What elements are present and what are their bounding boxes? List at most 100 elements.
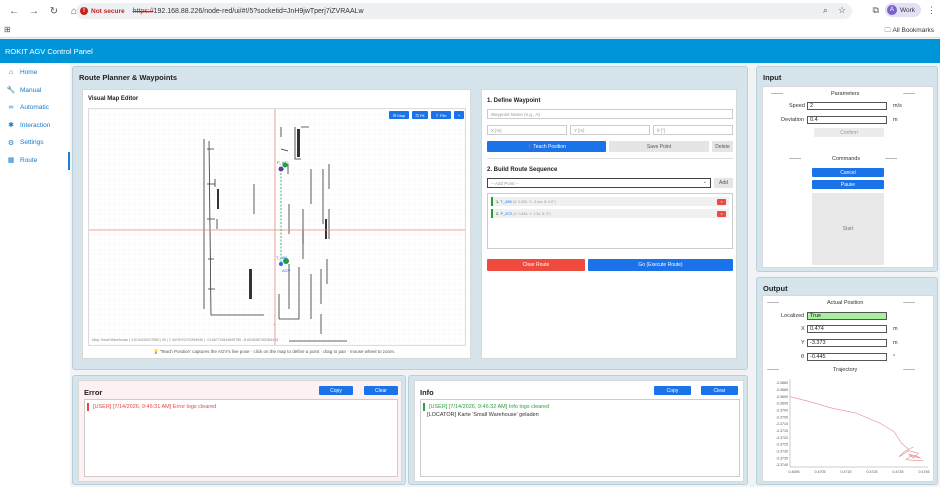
sidebar-item-settings[interactable]: ⚙ Settings bbox=[0, 134, 70, 152]
error-log[interactable]: [USER] [7/14/2026, 9:46:31 AM] Error log… bbox=[84, 399, 398, 477]
sidebar-item-interaction[interactable]: ✱ Interaction bbox=[0, 117, 70, 135]
go-execute-route-button[interactable]: Go (Execute Route) bbox=[588, 259, 733, 271]
star-icon[interactable]: ☆ bbox=[838, 5, 846, 16]
y-tick-label: -3.3690 bbox=[776, 395, 788, 399]
agv-pose-icon bbox=[279, 262, 283, 266]
start-button[interactable]: Start bbox=[812, 193, 884, 265]
info-copy-button[interactable]: Copy bbox=[654, 386, 691, 395]
theta-value: -0.445 bbox=[807, 353, 887, 361]
pause-button[interactable]: Pause bbox=[812, 180, 884, 189]
lightbulb-icon: 💡 bbox=[153, 349, 160, 354]
delete-button[interactable]: Delete bbox=[712, 141, 733, 152]
menu-icon[interactable]: ⋮ bbox=[927, 5, 936, 16]
x-tick-label: 0.4725 bbox=[867, 470, 878, 474]
list-item[interactable]: 1. T_496 (X: 0.000, Y: -3.xxx, θ: 0.0°) … bbox=[491, 197, 729, 206]
confirm-button[interactable]: Confirm bbox=[814, 128, 884, 137]
map-button[interactable]: ⊟ Map bbox=[389, 111, 409, 119]
error-copy-button[interactable]: Copy bbox=[319, 386, 353, 395]
divider bbox=[487, 158, 733, 159]
actual-position-label: Actual Position bbox=[827, 300, 864, 306]
puzzle-icon: ✱ bbox=[8, 122, 14, 130]
sidebar-item-route[interactable]: ▦ Route bbox=[0, 152, 70, 170]
sidebar-active-indicator bbox=[68, 152, 70, 170]
infinity-icon: ∞ bbox=[8, 104, 14, 112]
reload-icon[interactable]: ↻ bbox=[46, 3, 62, 19]
map-canvas[interactable]: P_872 T_496 AGV ↑ ⊟ Map ⊡ Fit ⇪ File + M… bbox=[88, 108, 466, 346]
extensions-icon[interactable]: ⧉ bbox=[873, 5, 879, 16]
x-tick-label: 0.4695 bbox=[789, 470, 800, 474]
app-header: ROKIT AGV Control Panel bbox=[0, 39, 940, 63]
parameters-label: Parameters bbox=[831, 91, 860, 97]
info-clear-button[interactable]: Clear bbox=[701, 386, 738, 395]
trajectory-label: Trajectory bbox=[833, 367, 858, 373]
editor-title: Visual Map Editor bbox=[88, 96, 139, 102]
sidebar-item-manual[interactable]: 🔧 Manual bbox=[0, 82, 70, 100]
avatar: A bbox=[886, 5, 897, 15]
y-tick-label: -3.3715 bbox=[776, 429, 788, 433]
info-log[interactable]: [USER] [7/14/2026, 9:46:32 AM] Info logs… bbox=[420, 399, 740, 477]
add-point-select[interactable]: -- Add Point -- ⌄ bbox=[487, 178, 711, 188]
info-card: Info Copy Clear [USER] [7/14/2026, 9:46:… bbox=[414, 380, 744, 482]
zoom-in-button[interactable]: + bbox=[454, 111, 464, 119]
localized-value: True bbox=[807, 312, 887, 320]
y-tick-label: -3.3720 bbox=[776, 436, 788, 440]
profile-button[interactable]: A Work bbox=[884, 3, 921, 17]
save-point-button[interactable]: Save Point bbox=[609, 141, 709, 152]
y-tick-label: -3.3685 bbox=[776, 388, 788, 392]
deviation-label: Deviation bbox=[781, 117, 804, 123]
y-tick-label: -3.3740 bbox=[776, 463, 788, 467]
remove-item-button[interactable]: × bbox=[717, 198, 726, 205]
waypoint-marker-p872[interactable] bbox=[278, 166, 284, 172]
x-input[interactable]: X [m] bbox=[487, 125, 567, 135]
input-title: Input bbox=[763, 73, 782, 82]
map-hint: 💡 'Teach Position' captures the AGV's li… bbox=[153, 349, 396, 354]
add-button[interactable]: Add bbox=[714, 178, 733, 188]
localized-label: Localized bbox=[781, 313, 805, 319]
y-tick-label: -3.3680 bbox=[776, 381, 788, 385]
theta-label: θ bbox=[801, 354, 805, 360]
all-bookmarks[interactable]: 🗀 All Bookmarks bbox=[885, 26, 935, 37]
route-list: 1. T_496 (X: 0.000, Y: -3.xxx, θ: 0.0°) … bbox=[487, 193, 733, 249]
error-title: Error bbox=[84, 388, 103, 397]
input-card: ---------- Parameters ---------- Speed 2… bbox=[762, 86, 934, 268]
y-tick-label: -3.3725 bbox=[776, 443, 788, 447]
cancel-button[interactable]: Cancel bbox=[812, 168, 884, 177]
url-scheme: https:// bbox=[132, 7, 154, 15]
y-tick-label: -3.3695 bbox=[776, 402, 788, 406]
sidebar-item-automatic[interactable]: ∞ Automatic bbox=[0, 99, 70, 117]
error-clear-button[interactable]: Clear bbox=[364, 386, 398, 395]
back-icon[interactable]: ← bbox=[6, 3, 22, 19]
group-title: Route Planner & Waypoints bbox=[79, 73, 178, 82]
deviation-input[interactable]: 0.4 bbox=[807, 116, 887, 124]
map-editor-card: Visual Map Editor P_872 T_496 AGV ↑ ⊟ Ma… bbox=[82, 89, 471, 359]
teach-position-button[interactable]: 📍 Teach Position bbox=[487, 141, 606, 152]
trajectory-chart: -3.3680 -3.3685 -3.3690 -3.3695 -3.3700 -3.37… bbox=[776, 379, 930, 474]
browser-toolbar: ← → ↻ ⌂ ! Not secure https://192.168.88.2… bbox=[0, 0, 940, 22]
error-card: Error Copy Clear [USER] [7/14/2026, 9:46… bbox=[78, 380, 402, 482]
file-button[interactable]: ⇪ File bbox=[431, 111, 451, 119]
remove-item-button[interactable]: × bbox=[717, 210, 726, 217]
y-input[interactable]: Y [m] bbox=[570, 125, 650, 135]
warning-icon: ! bbox=[80, 7, 88, 15]
speed-input[interactable]: 2 bbox=[807, 102, 887, 110]
app-title: ROKIT AGV Control Panel bbox=[5, 47, 93, 56]
input-group: Input ---------- Parameters ---------- S… bbox=[756, 66, 938, 272]
theta-input[interactable]: θ [°] bbox=[653, 125, 733, 135]
list-item[interactable]: 2. P_872 (X: 0.484, Y: 1.34, θ: 0°) × bbox=[491, 209, 729, 218]
origin-marker: ↑ bbox=[273, 322, 275, 327]
clear-route-button[interactable]: Clear Route bbox=[487, 259, 585, 271]
fit-button[interactable]: ⊡ Fit bbox=[412, 111, 428, 119]
forward-icon[interactable]: → bbox=[26, 3, 42, 19]
x-tick-label: 0.4735 bbox=[893, 470, 904, 474]
not-secure-badge[interactable]: ! Not secure bbox=[80, 7, 125, 15]
route-planner-group: Route Planner & Waypoints Visual Map Edi… bbox=[72, 66, 748, 370]
sidebar-item-home[interactable]: ⌂ Home bbox=[0, 64, 70, 82]
url-text: 192.168.88.226/node-red/ui/#!/5?socketid… bbox=[153, 7, 364, 15]
address-bar[interactable]: ! Not secure https://192.168.88.226/node-… bbox=[76, 3, 852, 19]
x-label: X bbox=[801, 326, 805, 332]
y-tick-label: -3.3735 bbox=[776, 456, 788, 460]
waypoint-name-input[interactable]: Waypoint Name (e.g., A) bbox=[487, 109, 733, 119]
apps-icon[interactable]: ⊞ bbox=[4, 25, 11, 34]
route-sequence-title: 2. Build Route Sequence bbox=[487, 167, 558, 173]
zoom-icon[interactable]: ⌕ bbox=[823, 5, 828, 16]
